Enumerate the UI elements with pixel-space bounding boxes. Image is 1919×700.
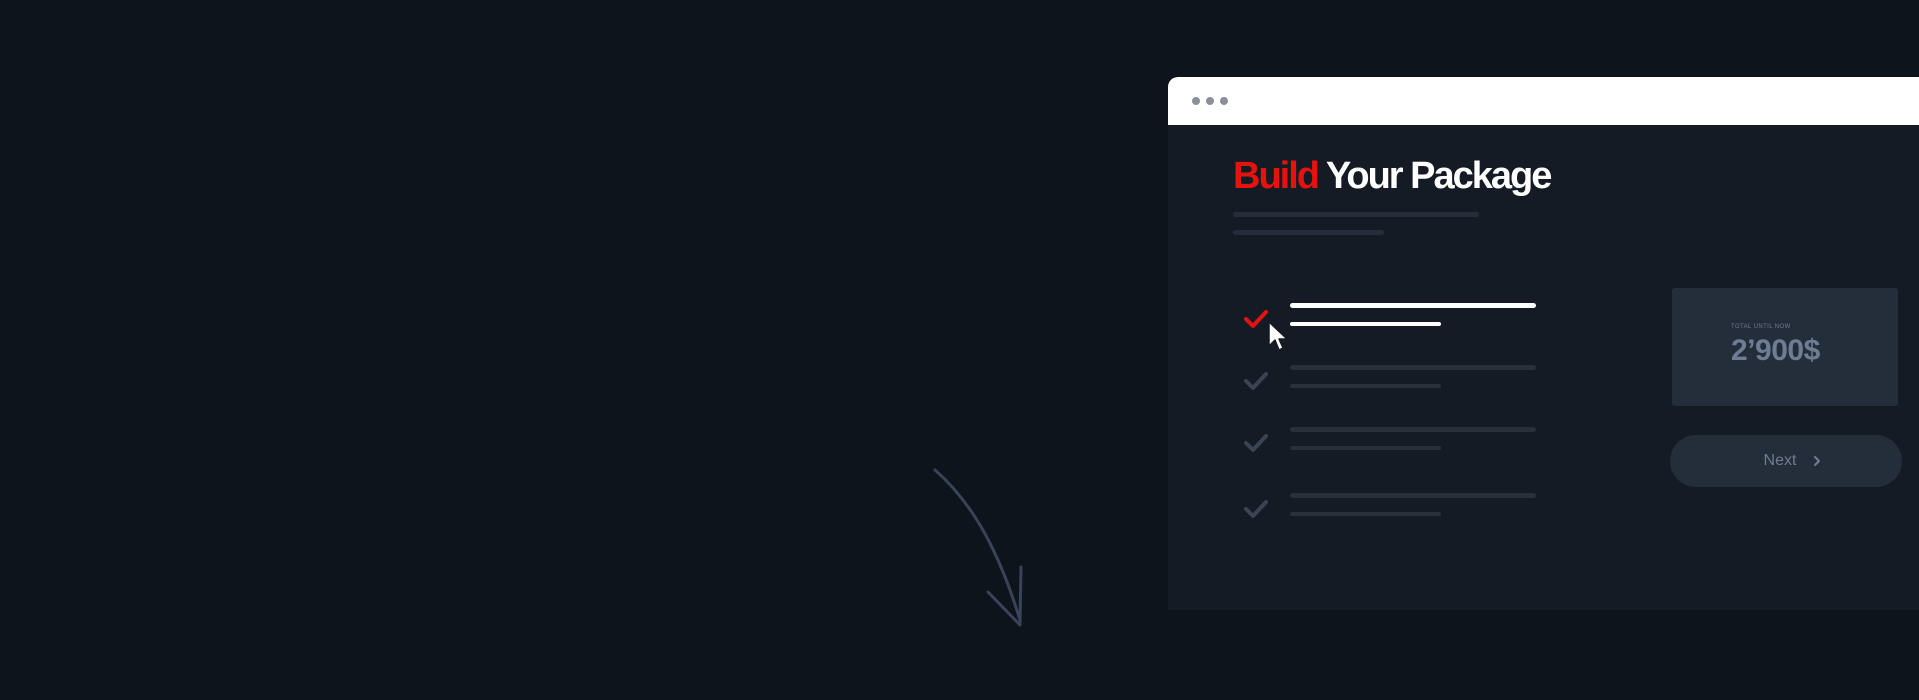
total-label: TOTAL UNTIL NOW	[1731, 324, 1791, 330]
next-button[interactable]: Next	[1670, 435, 1902, 487]
decorative-arrow	[933, 468, 1023, 627]
option-desc-placeholder	[1290, 384, 1441, 388]
option-title-placeholder	[1290, 303, 1536, 308]
option-title-placeholder	[1290, 493, 1536, 498]
option-desc-placeholder	[1290, 512, 1441, 516]
chevron-right-icon	[1814, 456, 1821, 466]
checkmark-icon	[1244, 500, 1268, 518]
window-dot	[1192, 97, 1200, 105]
total-summary-card: TOTAL UNTIL NOW 2’900$	[1672, 288, 1898, 406]
checkmark-icon	[1244, 434, 1268, 452]
subtitle-placeholder	[1233, 212, 1479, 217]
subtitle-placeholder	[1233, 230, 1384, 235]
total-value: 2’900$	[1731, 334, 1820, 367]
page-title: Build Your Package	[1233, 155, 1553, 197]
option-title-placeholder	[1290, 427, 1536, 432]
option-desc-placeholder	[1290, 322, 1441, 326]
package-option[interactable]	[1243, 493, 1543, 533]
checkmark-icon	[1244, 310, 1268, 328]
option-desc-placeholder	[1290, 446, 1441, 450]
title-rest: Your Package	[1317, 155, 1553, 197]
mouse-cursor-icon	[1268, 321, 1288, 351]
option-title-placeholder	[1290, 365, 1536, 370]
package-option[interactable]	[1243, 303, 1543, 343]
window-dot	[1220, 97, 1228, 105]
browser-titlebar	[1168, 77, 1919, 125]
browser-window: Build Your Package TOTAL UNTIL NOW 2’900…	[1168, 77, 1919, 610]
window-dot	[1206, 97, 1214, 105]
title-accent: Build	[1233, 155, 1320, 197]
checkmark-icon	[1244, 372, 1268, 390]
package-option[interactable]	[1243, 427, 1543, 467]
next-label: Next	[1763, 452, 1797, 469]
package-option[interactable]	[1243, 365, 1543, 405]
